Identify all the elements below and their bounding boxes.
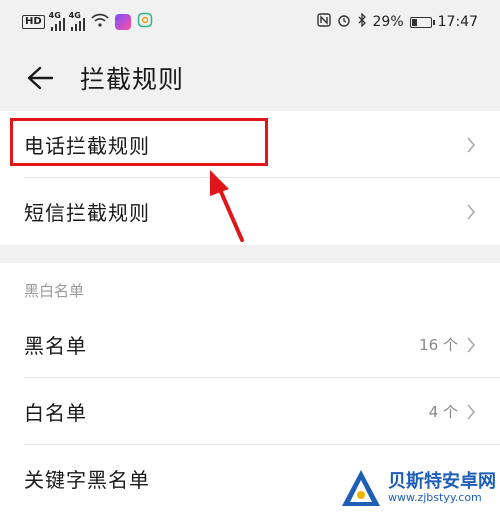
whitelist-item[interactable]: 白名单 4 个: [0, 378, 500, 445]
watermark-title: 贝斯特安卓网: [388, 471, 496, 492]
hd-badge: HD: [22, 15, 45, 29]
status-bar: HD 4G 4G 29% 17:47: [0, 0, 500, 44]
whitelist-label: 白名单: [24, 401, 87, 425]
blacklist-label: 黑名单: [24, 334, 87, 358]
arrow-left-icon: [27, 66, 54, 90]
back-button[interactable]: [0, 48, 80, 108]
chevron-right-icon: [466, 136, 476, 154]
wifi-icon: [91, 13, 109, 31]
app-notification-icon: [114, 14, 131, 30]
keyword-blacklist-label: 关键字黑名单: [24, 468, 150, 492]
watermark-logo-icon: [342, 470, 380, 506]
watermark: 贝斯特安卓网 www.zjbstyy.com: [338, 466, 496, 510]
chevron-right-icon: [466, 203, 476, 221]
sms-block-rules-item[interactable]: 短信拦截规则: [0, 178, 500, 245]
nfc-icon: [316, 13, 331, 31]
sms-block-rules-label: 短信拦截规则: [24, 201, 150, 225]
blacklist-item[interactable]: 黑名单 16 个: [0, 311, 500, 378]
highlight-box: [10, 118, 268, 166]
signal-icon: 4G: [69, 11, 85, 31]
status-bar-right: 29% 17:47: [316, 12, 478, 31]
alarm-icon: [337, 13, 351, 31]
clock: 17:47: [437, 14, 478, 30]
chevron-right-icon: [466, 403, 476, 421]
watermark-url: www.zjbstyy.com: [388, 491, 482, 504]
battery-percent: 29%: [372, 14, 404, 30]
battery-icon: [409, 16, 435, 28]
whitelist-count: 4 个: [428, 403, 458, 421]
bluetooth-icon: [357, 12, 367, 31]
app-header: 拦截规则: [0, 48, 500, 108]
blacklist-count: 16 个: [419, 336, 458, 354]
app-notification-icon: [137, 12, 153, 32]
section-title: 黑白名单: [24, 282, 85, 300]
signal-icon: 4G: [49, 11, 65, 31]
status-bar-left: HD 4G 4G: [22, 11, 153, 32]
chevron-right-icon: [466, 336, 476, 354]
page-title: 拦截规则: [80, 65, 185, 94]
